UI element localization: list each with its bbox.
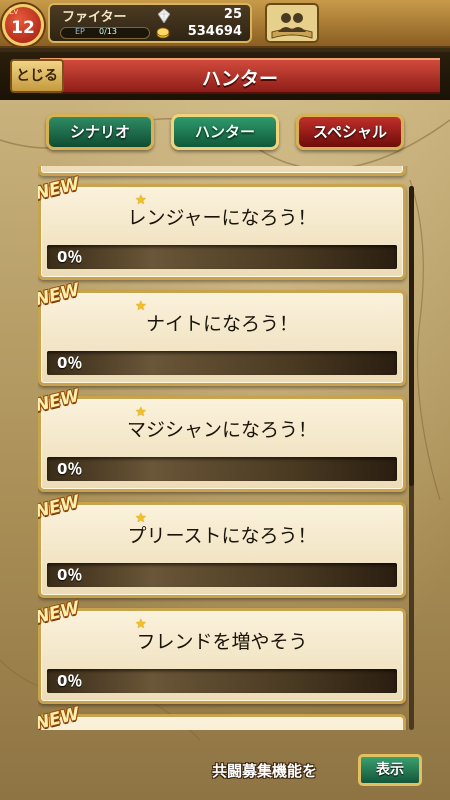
book-icon[interactable]	[264, 2, 320, 44]
gem-icon	[158, 9, 170, 23]
tab-scenario[interactable]: シナリオ	[46, 114, 154, 150]
new-badge: NEW	[38, 173, 82, 205]
mission-list[interactable]: NEW ★ レンジャーになろう！ 0％ NEW ★ ナイトになろう！ 0％ NE…	[38, 166, 408, 730]
ep-value: 0/13	[99, 27, 117, 36]
new-badge: NEW	[38, 279, 82, 311]
close-button[interactable]: とじる	[10, 59, 64, 93]
level-badge: Lv 12	[2, 4, 44, 46]
co-op-recruit-label: 共闘募集機能を	[212, 762, 318, 780]
title-bar: ハンター とじる	[0, 52, 450, 100]
gem-count: 25	[223, 7, 242, 22]
new-badge: NEW	[38, 703, 82, 730]
job-name: ファイター	[62, 10, 127, 25]
progress-bar: 0％	[47, 245, 397, 269]
mission-card[interactable]: NEW ★ レンジャーになろう！ 0％	[38, 174, 406, 280]
new-badge: NEW	[38, 597, 82, 629]
mission-title: ナイトになろう！	[145, 313, 298, 335]
mission-card[interactable]: NEW ★ フレンドを増やそう 0％	[38, 598, 406, 704]
gold-count: 534694	[187, 24, 242, 39]
ep-bar: EP 0/13	[60, 27, 150, 39]
progress-text: 0％	[57, 566, 83, 584]
mission-title: フレンドを増やそう	[136, 631, 308, 653]
mission-card[interactable]: NEW ★ ナイトになろう！ 0％	[38, 280, 406, 386]
mission-card-partial-top	[38, 166, 406, 176]
top-status-bar: Lv 12 ファイター EP 0/13 25 534694	[0, 0, 450, 48]
tab-hunter[interactable]: ハンター	[171, 114, 279, 150]
mission-card[interactable]: NEW ★ マジシャンになろう！ 0％	[38, 386, 406, 492]
title-ribbon: ハンター	[40, 58, 440, 94]
scrollbar[interactable]	[409, 186, 414, 730]
mission-card[interactable]: NEW ★ プリーストになろう！ 0％	[38, 492, 406, 598]
progress-bar: 0％	[47, 457, 397, 481]
ep-label: EP	[75, 27, 85, 36]
progress-text: 0％	[57, 248, 83, 266]
progress-text: 0％	[57, 460, 83, 478]
new-badge: NEW	[38, 491, 82, 523]
show-button[interactable]: 表示	[358, 754, 422, 786]
new-badge: NEW	[38, 385, 82, 417]
level-value: 12	[11, 18, 35, 38]
mission-card[interactable]: NEW	[38, 704, 406, 730]
progress-text: 0％	[57, 354, 83, 372]
scroll-thumb[interactable]	[409, 186, 414, 486]
mission-title: プリーストになろう！	[127, 525, 317, 547]
progress-text: 0％	[57, 672, 83, 690]
progress-bar: 0％	[47, 351, 397, 375]
progress-bar: 0％	[47, 669, 397, 693]
status-panel: ファイター EP 0/13 25 534694	[48, 3, 252, 43]
coin-icon	[156, 27, 170, 39]
page-title: ハンター	[201, 68, 278, 90]
level-label: Lv	[9, 7, 19, 16]
progress-bar: 0％	[47, 563, 397, 587]
mission-title: レンジャーになろう！	[127, 207, 317, 229]
tab-special[interactable]: スペシャル	[296, 114, 404, 150]
mission-title: マジシャンになろう！	[126, 419, 317, 441]
